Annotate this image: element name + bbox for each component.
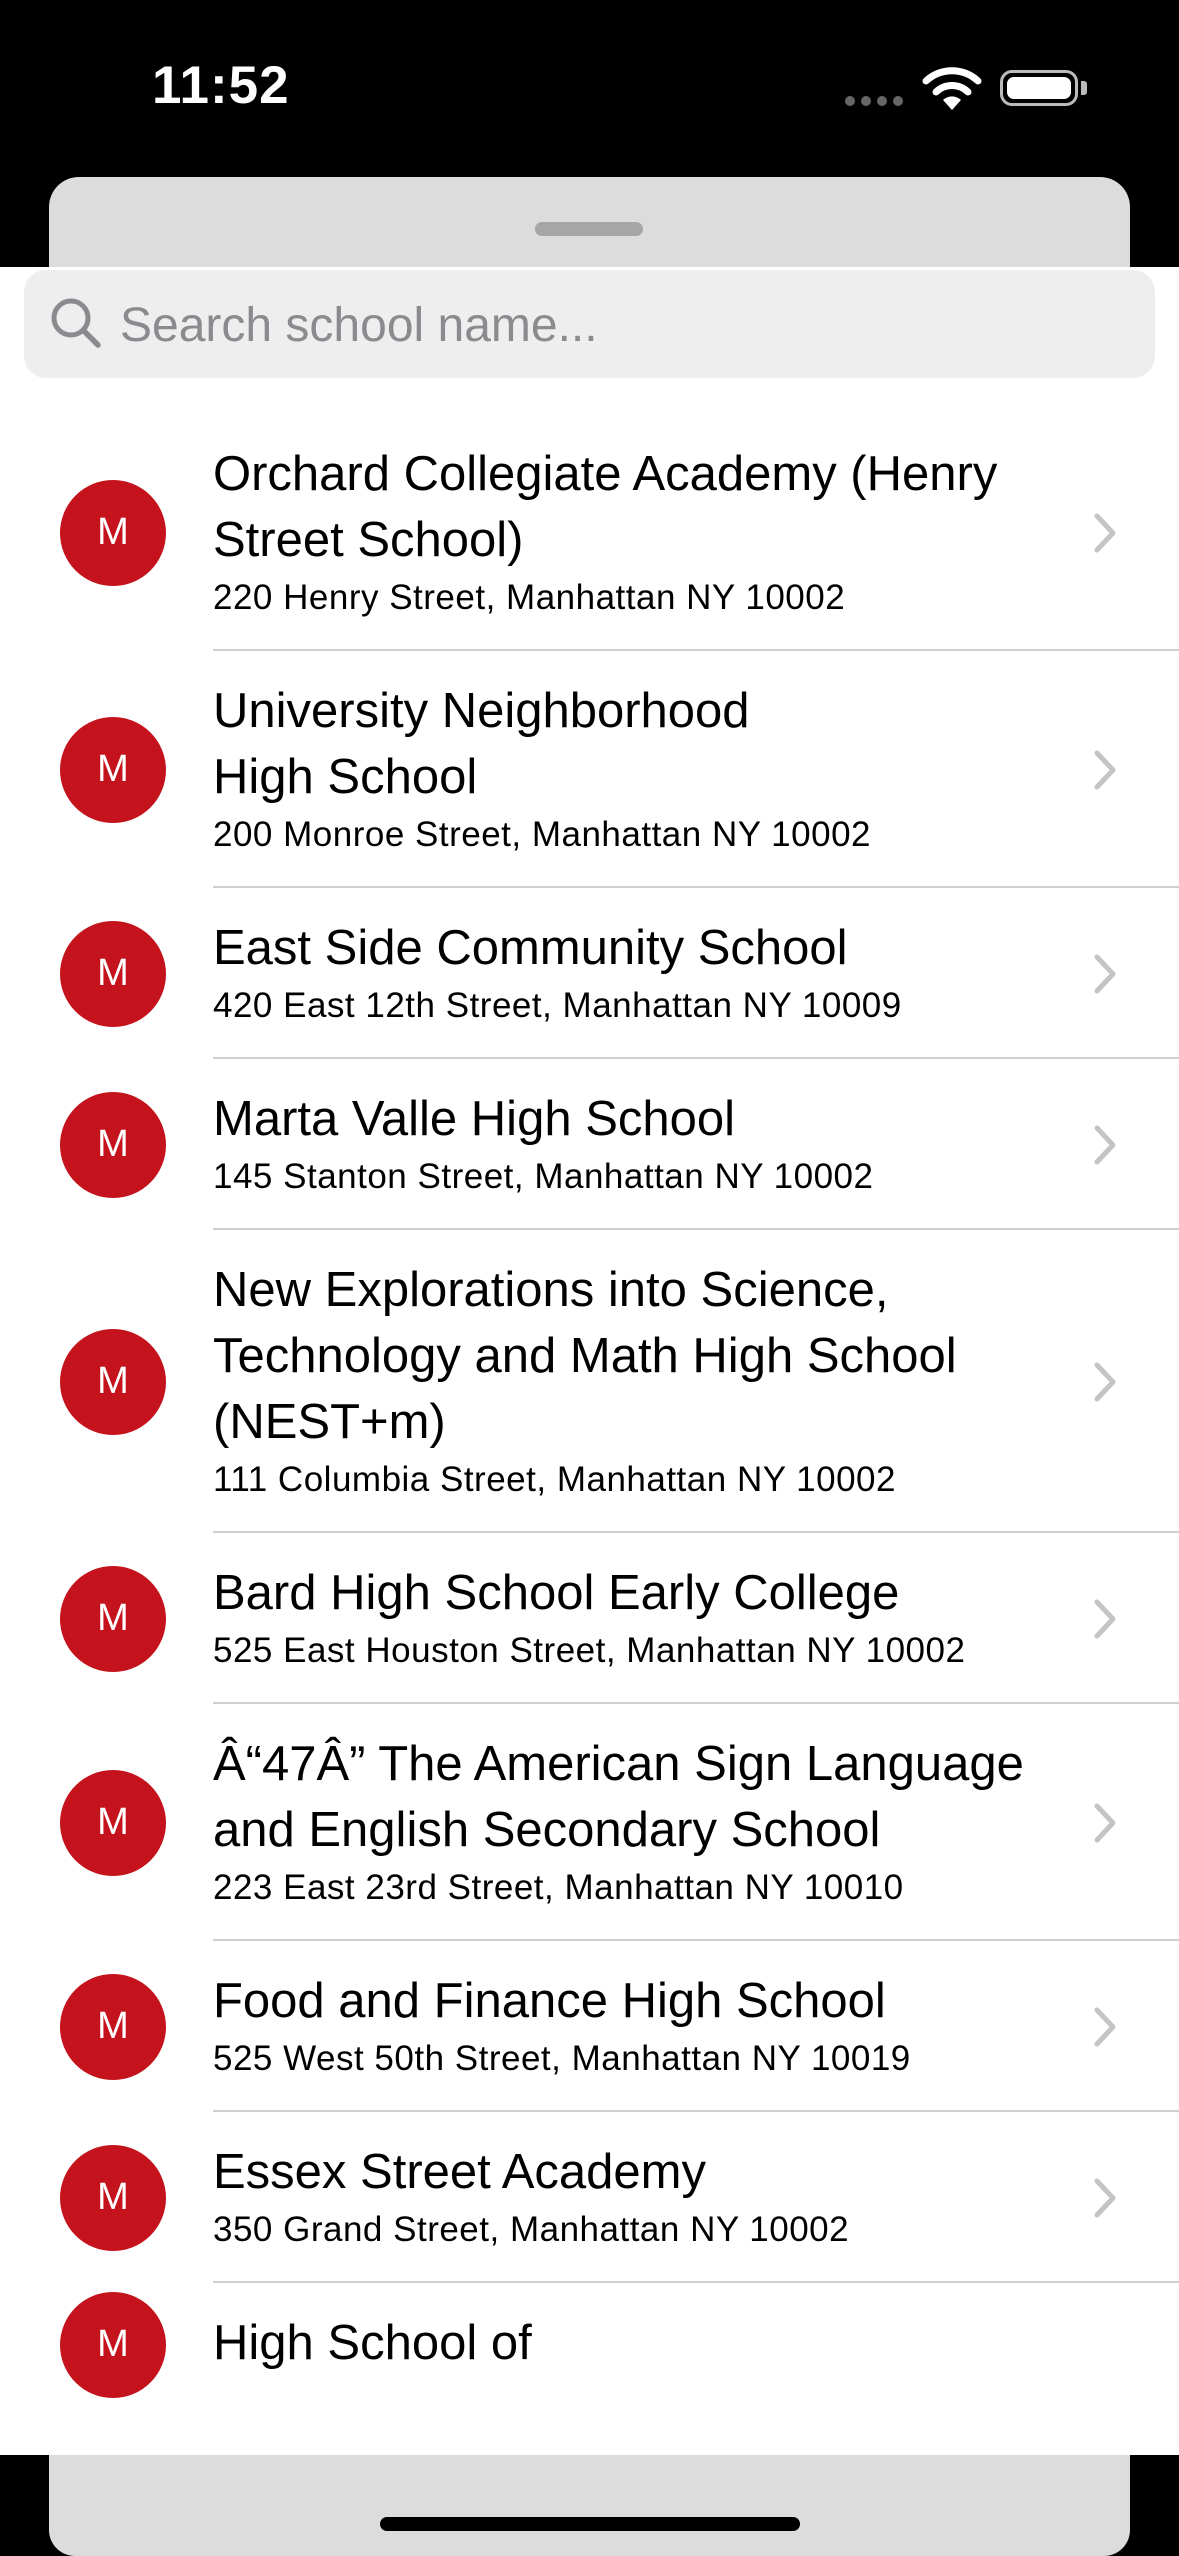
- school-text: High School of: [213, 2283, 1073, 2406]
- school-address: 420 East 12th Street, Manhattan NY 10009: [213, 986, 902, 1025]
- school-name-line: East Side Community School: [213, 921, 848, 975]
- school-name-line: Food and Finance High School: [213, 1974, 886, 2028]
- school-list-item[interactable]: M High School of: [0, 2283, 1179, 2406]
- school-list-item[interactable]: M University Neighborhood High School 200 M…: [0, 651, 1179, 888]
- school-address: 525 West 50th Street, Manhattan NY 10019: [213, 2039, 911, 2078]
- battery-tip: [1081, 81, 1087, 95]
- chevron-right-icon: [1094, 2007, 1116, 2046]
- bottom-sheet: [49, 2455, 1130, 2556]
- school-text: Bard High School Early College 525 East H…: [213, 1533, 1073, 1704]
- chevron-right-icon: [1094, 1599, 1116, 1638]
- home-indicator[interactable]: [380, 2517, 800, 2531]
- cellular-signal-icon: [845, 96, 903, 106]
- borough-avatar: M: [60, 1565, 166, 1672]
- school-text: Â“47Â” The American Sign Language and Eng…: [213, 1704, 1073, 1941]
- borough-avatar: M: [60, 1973, 166, 2080]
- chevron-right-icon: [1094, 1362, 1116, 1401]
- school-address: 200 Monroe Street, Manhattan NY 10002: [213, 815, 872, 854]
- school-name-line: University Neighborhood: [213, 684, 750, 738]
- school-list-item[interactable]: M Marta Valle High School 145 Stanton Stre…: [0, 1059, 1179, 1230]
- school-list-item[interactable]: M Food and Finance High School 525 West 50…: [0, 1941, 1179, 2112]
- status-time: 11:52: [152, 56, 290, 115]
- borough-avatar: M: [60, 1091, 166, 1198]
- school-name-line: High School of: [213, 2316, 532, 2370]
- school-name-line: New Explorations into Science,: [213, 1263, 889, 1317]
- school-name-line: Technology and Math High School: [213, 1329, 957, 1383]
- chevron-right-icon: [1094, 750, 1116, 789]
- school-list-item[interactable]: M Orchard Collegiate Academy (Henry Street…: [0, 414, 1179, 651]
- school-list-item[interactable]: M Â“47Â” The American Sign Language and En…: [0, 1704, 1179, 1941]
- school-list-item[interactable]: M East Side Community School 420 East 12th…: [0, 888, 1179, 1059]
- borough-avatar: M: [60, 1769, 166, 1876]
- school-address: 350 Grand Street, Manhattan NY 10002: [213, 2210, 850, 2249]
- borough-avatar: M: [60, 1328, 166, 1435]
- search-bar[interactable]: [24, 270, 1155, 378]
- school-list-item[interactable]: M Essex Street Academy 350 Grand Street, M…: [0, 2112, 1179, 2283]
- school-address: 525 East Houston Street, Manhattan NY 10…: [213, 1631, 966, 1670]
- school-name-line: Orchard Collegiate Academy (Henry: [213, 447, 998, 501]
- school-name-line: High School: [213, 750, 478, 804]
- borough-avatar: M: [60, 2144, 166, 2251]
- chevron-right-icon: [1094, 1125, 1116, 1164]
- school-list-sheet: M Orchard Collegiate Academy (Henry Street…: [0, 267, 1179, 2455]
- search-input[interactable]: [118, 288, 1122, 362]
- school-list-item[interactable]: M Bard High School Early College 525 East …: [0, 1533, 1179, 1704]
- school-address: 223 East 23rd Street, Manhattan NY 10010: [213, 1868, 904, 1907]
- school-name-line: Â“47Â” The American Sign Language: [213, 1737, 1024, 1791]
- school-address: 145 Stanton Street, Manhattan NY 10002: [213, 1157, 874, 1196]
- school-text: University Neighborhood High School 200 Mo…: [213, 651, 1073, 888]
- school-text: Essex Street Academy 350 Grand Street, Ma…: [213, 2112, 1073, 2283]
- chevron-right-icon: [1094, 1803, 1116, 1842]
- school-list-item[interactable]: M New Explorations into Science, Technolog…: [0, 1230, 1179, 1533]
- borough-avatar: M: [60, 479, 166, 586]
- search-icon: [51, 298, 101, 348]
- school-text: Food and Finance High School 525 West 50t…: [213, 1941, 1073, 2112]
- school-name-line: Street School): [213, 513, 524, 567]
- borough-avatar: M: [60, 716, 166, 823]
- wifi-icon: [922, 67, 982, 110]
- chevron-right-icon: [1094, 2178, 1116, 2217]
- battery-icon: [1000, 70, 1078, 106]
- borough-avatar: M: [60, 2291, 166, 2398]
- school-name-line: Essex Street Academy: [213, 2145, 706, 2199]
- borough-avatar: M: [60, 920, 166, 1027]
- school-text: Marta Valle High School 145 Stanton Stree…: [213, 1059, 1073, 1230]
- school-name-line: (NEST+m): [213, 1395, 446, 1449]
- school-text: Orchard Collegiate Academy (Henry Street …: [213, 414, 1073, 651]
- school-address: 111 Columbia Street, Manhattan NY 10002: [213, 1460, 896, 1499]
- school-list: M Orchard Collegiate Academy (Henry Street…: [0, 414, 1179, 2406]
- school-name-line: and English Secondary School: [213, 1803, 881, 1857]
- school-name-line: Bard High School Early College: [213, 1566, 900, 1620]
- chevron-right-icon: [1094, 513, 1116, 552]
- school-text: New Explorations into Science, Technology…: [213, 1230, 1073, 1533]
- school-name-line: Marta Valle High School: [213, 1092, 736, 1146]
- school-address: 220 Henry Street, Manhattan NY 10002: [213, 578, 846, 617]
- sheet-grabber[interactable]: [535, 222, 643, 236]
- status-bar: 11:52: [0, 0, 1179, 180]
- school-text: East Side Community School 420 East 12th …: [213, 888, 1073, 1059]
- chevron-right-icon: [1094, 954, 1116, 993]
